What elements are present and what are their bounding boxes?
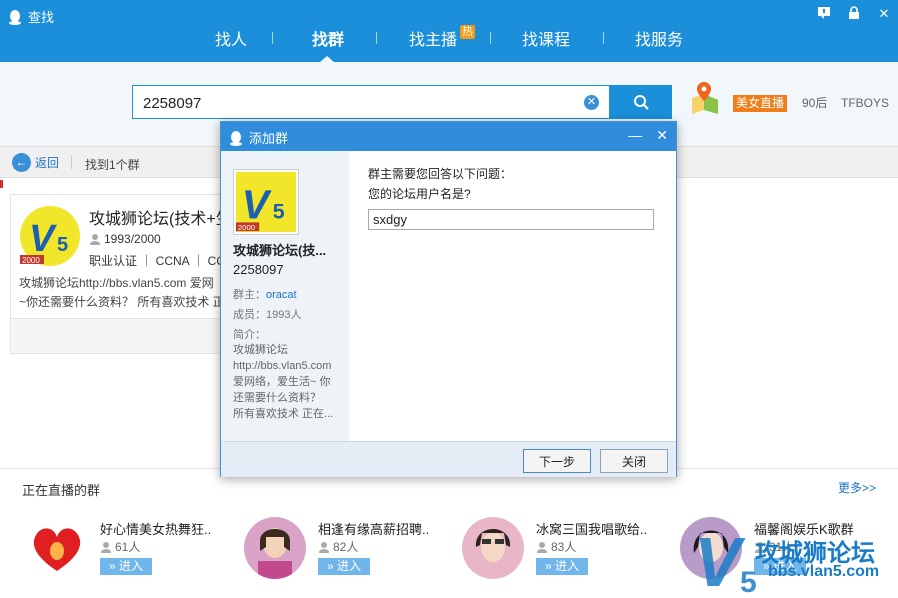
question-text: 您的论坛用户名是? <box>368 187 471 201</box>
enter-button[interactable]: » 进入 <box>536 558 588 575</box>
dialog-intro-text: 攻城狮论坛 http://bbs.vlan5.com 爱网络，爱生活~ 你 还需… <box>233 344 334 420</box>
clear-search-icon[interactable]: ✕ <box>584 95 599 110</box>
enter-button[interactable]: » 进入 <box>100 558 152 575</box>
nav-separator <box>603 32 604 44</box>
lock-icon[interactable] <box>846 6 862 22</box>
live-beauty-tag[interactable]: 美女直播 <box>733 95 788 112</box>
live-group-avatar <box>26 517 88 579</box>
live-group-name: 冰窝三国我唱歌给.. <box>536 522 648 537</box>
svg-text:5: 5 <box>57 234 68 256</box>
watermark-url: bbs.vlan5.com <box>768 563 880 580</box>
dialog-title: 添加群 <box>229 128 288 147</box>
live-group-count: 82人 <box>318 538 358 555</box>
dialog-group-id: 2258097 <box>233 262 284 277</box>
group-members: 1993/2000 <box>89 232 161 246</box>
owner-label: 群主： <box>233 289 266 301</box>
nav-tab-find-course[interactable]: 找课程 <box>522 26 570 50</box>
hot-tag-90s[interactable]: 90后 <box>802 95 827 112</box>
nav-tab-find-anchor[interactable]: 找主播 <box>409 26 457 50</box>
close-button[interactable]: 关闭 <box>600 449 668 473</box>
live-group-avatar <box>462 517 524 579</box>
back-arrow-icon: ← <box>12 153 31 172</box>
live-group-name: 相逢有缘高薪招聘.. <box>318 522 430 537</box>
window-controls: ✕ <box>816 6 892 22</box>
dialog-group-members: 成员：1993人 <box>233 309 302 321</box>
qq-penguin-icon <box>230 130 242 146</box>
members-icon <box>537 541 547 553</box>
live-group-item[interactable]: 好心情美女热舞狂.. 61人 » 进入 <box>26 517 236 587</box>
question-intro: 群主需要您回答以下问题： <box>368 167 513 181</box>
dialog-title-text: 添加群 <box>249 131 289 146</box>
dialog-controls: — ✕ <box>628 127 668 144</box>
group-name[interactable]: 攻城狮论坛(技术+生 <box>89 205 232 229</box>
live-group-count: 61人 <box>100 538 140 555</box>
nav-separator <box>272 32 273 44</box>
svg-text:2000: 2000 <box>238 223 255 232</box>
search-icon <box>634 95 649 110</box>
nav-separator <box>490 32 491 44</box>
close-icon[interactable]: ✕ <box>656 127 668 144</box>
watermark: V 5 攻城狮论坛 bbs.vlan5.com <box>690 515 898 598</box>
svg-text:V: V <box>242 181 272 227</box>
edge-mark <box>0 180 3 188</box>
svg-text:2000: 2000 <box>22 256 40 265</box>
hot-tag-tfboys[interactable]: TFBOYS <box>841 95 889 112</box>
minimize-icon[interactable]: — <box>628 127 642 144</box>
dialog-group-owner: 群主：oracat <box>233 286 297 302</box>
svg-text:5: 5 <box>740 566 757 598</box>
members-icon <box>90 234 100 245</box>
nav-tab-find-group[interactable]: 找群 <box>312 26 344 50</box>
result-count: 找到1个群 <box>85 158 140 172</box>
group-avatar: V 5 2000 <box>20 206 80 266</box>
members-icon <box>101 541 111 553</box>
enter-button[interactable]: » 进入 <box>318 558 370 575</box>
dialog-group-avatar: V 5 2000 <box>233 169 299 235</box>
feedback-icon[interactable] <box>816 6 832 22</box>
live-group-item[interactable]: 相逢有缘高薪招聘.. 82人 » 进入 <box>244 517 454 587</box>
live-group-item[interactable]: 冰窝三国我唱歌给.. 83人 » 进入 <box>462 517 672 587</box>
map-location-icon[interactable] <box>690 80 720 116</box>
divider <box>71 155 72 169</box>
members-count: 1993/2000 <box>104 232 161 246</box>
live-count-value: 83人 <box>551 540 577 554</box>
search-input[interactable] <box>143 92 563 114</box>
svg-text:V: V <box>694 523 746 598</box>
more-link[interactable]: 更多>> <box>838 479 876 496</box>
top-bar: 查找 ✕ 找人 找群 找主播 热 找课程 找服务 <box>0 0 898 62</box>
dialog-group-name: 攻城狮论坛(技... <box>233 243 327 258</box>
live-section-title: 正在直播的群 <box>22 483 101 498</box>
dialog-footer: 下一步 关闭 <box>221 441 676 477</box>
nav-separator <box>376 32 377 44</box>
add-group-dialog: 添加群 — ✕ V 5 2000 攻城狮论坛(技... 2258097 群主：o… <box>220 121 677 477</box>
svg-text:5: 5 <box>273 199 285 223</box>
next-step-button[interactable]: 下一步 <box>523 449 591 473</box>
back-button[interactable]: ← 返回 <box>12 153 59 172</box>
live-group-name: 好心情美女热舞狂.. <box>100 522 212 537</box>
group-certification: 职业认证 ｜ CCNA ｜ CCNP <box>89 254 242 268</box>
owner-link[interactable]: oracat <box>266 289 297 301</box>
dialog-titlebar[interactable]: 添加群 — ✕ <box>221 122 676 151</box>
close-window-button[interactable]: ✕ <box>876 6 892 22</box>
search-box: ✕ <box>132 85 610 119</box>
live-count-value: 61人 <box>115 540 141 554</box>
live-group-count: 83人 <box>536 538 576 555</box>
dialog-group-info: V 5 2000 攻城狮论坛(技... 2258097 群主：oracat 成员… <box>221 151 349 441</box>
nav-tab-find-service[interactable]: 找服务 <box>635 26 683 50</box>
svg-text:V: V <box>29 218 57 260</box>
live-group-avatar <box>244 517 306 579</box>
live-count-value: 82人 <box>333 540 359 554</box>
main-nav: 找人 找群 找主播 热 找课程 找服务 <box>0 22 898 62</box>
answer-input[interactable] <box>368 209 654 230</box>
search-button[interactable] <box>610 85 672 119</box>
members-icon <box>319 541 329 553</box>
nav-tab-find-people[interactable]: 找人 <box>215 26 247 50</box>
hot-badge: 热 <box>460 25 475 39</box>
dialog-intro-label: 简介： <box>233 329 266 341</box>
back-label: 返回 <box>35 156 60 170</box>
